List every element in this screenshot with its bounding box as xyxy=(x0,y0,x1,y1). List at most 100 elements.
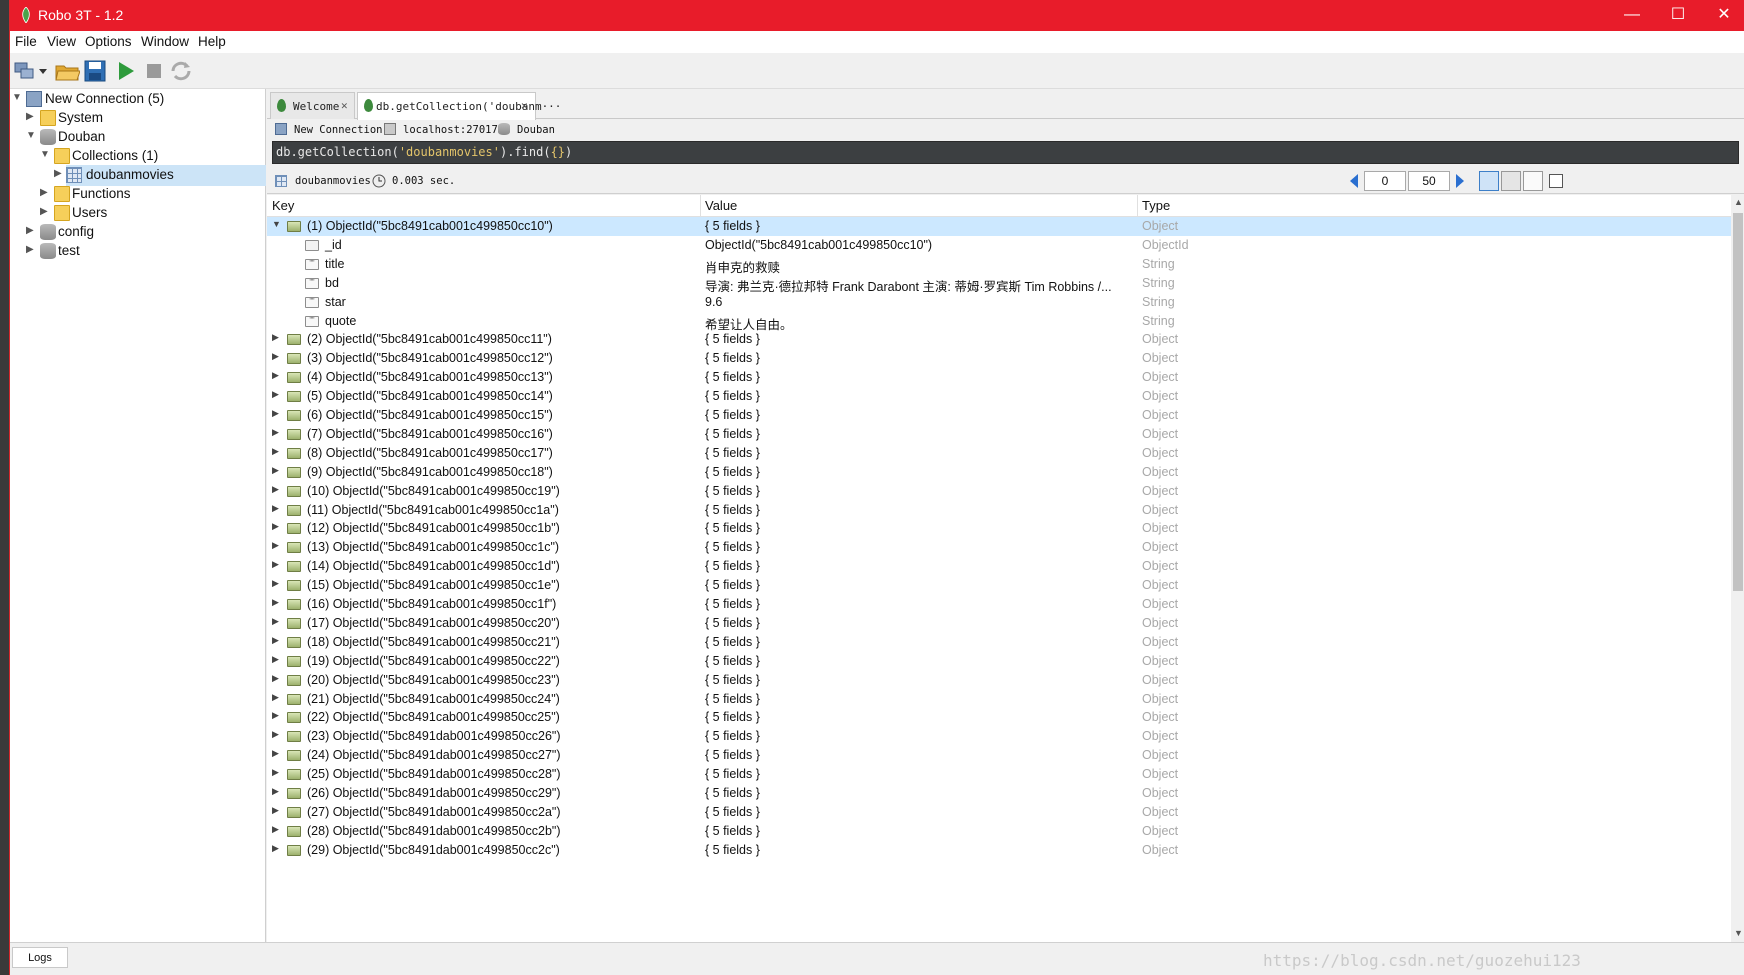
collapse-arrow-icon[interactable]: ▶ xyxy=(272,389,279,400)
expand-arrow-icon[interactable]: ▼ xyxy=(40,149,50,160)
collapse-arrow-icon[interactable]: ▶ xyxy=(272,843,279,854)
query-editor[interactable]: db.getCollection('doubanmovies').find({}… xyxy=(272,141,1739,164)
column-separator[interactable] xyxy=(700,195,701,217)
table-row[interactable]: ▶ (6) ObjectId("5bc8491cab001c499850cc15"… xyxy=(267,406,1731,425)
collapse-arrow-icon[interactable]: ▶ xyxy=(272,503,279,514)
chevron-down-icon[interactable] xyxy=(37,58,49,84)
table-row[interactable]: ▶ (23) ObjectId("5bc8491dab001c499850cc26… xyxy=(267,727,1731,746)
collapse-arrow-icon[interactable]: ▶ xyxy=(272,710,279,721)
collapse-arrow-icon[interactable]: ▶ xyxy=(54,168,64,179)
collapse-arrow-icon[interactable]: ▶ xyxy=(272,465,279,476)
table-row[interactable]: ▶ (27) ObjectId("5bc8491dab001c499850cc2a… xyxy=(267,803,1731,822)
menu-help[interactable]: Help xyxy=(198,34,226,49)
text-view-icon[interactable] xyxy=(1523,171,1543,191)
execute-icon[interactable] xyxy=(113,58,139,84)
table-row[interactable]: _id ObjectId("5bc8491cab001c499850cc10") O… xyxy=(267,236,1731,255)
collapse-arrow-icon[interactable]: ▶ xyxy=(272,427,279,438)
tree-item-config[interactable]: ▶ config xyxy=(10,222,266,243)
tree-item-test[interactable]: ▶ test xyxy=(10,241,266,262)
maximize-button[interactable]: ☐ xyxy=(1655,0,1701,31)
collapse-arrow-icon[interactable]: ▶ xyxy=(272,786,279,797)
table-row[interactable]: ▶ (12) ObjectId("5bc8491cab001c499850cc1b… xyxy=(267,519,1731,538)
table-row[interactable]: "" star 9.6 String xyxy=(267,293,1731,312)
table-row[interactable]: ▶ (24) ObjectId("5bc8491dab001c499850cc27… xyxy=(267,746,1731,765)
collapse-arrow-icon[interactable]: ▶ xyxy=(272,748,279,759)
tree-item-system[interactable]: ▶ System xyxy=(10,108,266,129)
menu-window[interactable]: Window xyxy=(141,34,189,49)
table-row[interactable]: ▶ (22) ObjectId("5bc8491cab001c499850cc25… xyxy=(267,708,1731,727)
table-view-icon[interactable] xyxy=(1501,171,1521,191)
open-folder-icon[interactable] xyxy=(54,58,80,84)
table-row[interactable]: ▶ (26) ObjectId("5bc8491dab001c499850cc29… xyxy=(267,784,1731,803)
tree-item-collections[interactable]: ▼ Collections (1) xyxy=(10,146,266,167)
limit-input[interactable]: 50 xyxy=(1408,171,1450,191)
collapse-arrow-icon[interactable]: ▶ xyxy=(272,332,279,343)
table-row[interactable]: ▼ (1) ObjectId("5bc8491cab001c499850cc10"… xyxy=(267,217,1731,236)
table-row[interactable]: ▶ (29) ObjectId("5bc8491dab001c499850cc2c… xyxy=(267,841,1731,860)
collapse-arrow-icon[interactable]: ▶ xyxy=(272,767,279,778)
collapse-arrow-icon[interactable]: ▶ xyxy=(272,578,279,589)
expand-arrow-icon[interactable]: ▼ xyxy=(26,130,36,141)
collapse-arrow-icon[interactable]: ▶ xyxy=(272,805,279,816)
column-value[interactable]: Value xyxy=(705,198,737,213)
expand-arrow-icon[interactable]: ▼ xyxy=(272,219,281,229)
tree-item-doubanmovies[interactable]: ▶ doubanmovies xyxy=(54,165,266,186)
collapse-arrow-icon[interactable]: ▶ xyxy=(26,225,36,236)
collapse-arrow-icon[interactable]: ▶ xyxy=(272,559,279,570)
table-row[interactable]: ▶ (13) ObjectId("5bc8491cab001c499850cc1c… xyxy=(267,538,1731,557)
tree-item-douban[interactable]: ▼ Douban xyxy=(10,127,266,148)
column-type[interactable]: Type xyxy=(1142,198,1170,213)
next-page-icon[interactable] xyxy=(1456,174,1464,188)
table-row[interactable]: ▶ (3) ObjectId("5bc8491cab001c499850cc12"… xyxy=(267,349,1731,368)
logs-tab[interactable]: Logs xyxy=(12,947,68,968)
table-row[interactable]: ▶ (25) ObjectId("5bc8491dab001c499850cc28… xyxy=(267,765,1731,784)
table-row[interactable]: ▶ (21) ObjectId("5bc8491cab001c499850cc24… xyxy=(267,690,1731,709)
menu-file[interactable]: File xyxy=(15,34,37,49)
table-row[interactable]: ▶ (16) ObjectId("5bc8491cab001c499850cc1f… xyxy=(267,595,1731,614)
table-row[interactable]: "" title 肖申克的救赎 String xyxy=(267,255,1731,275)
table-row[interactable]: ▶ (4) ObjectId("5bc8491cab001c499850cc13"… xyxy=(267,368,1731,387)
tree-view-icon[interactable] xyxy=(1479,171,1499,191)
table-row[interactable]: "" quote 希望让人自由。 String xyxy=(267,312,1731,332)
collapse-arrow-icon[interactable]: ▶ xyxy=(40,187,50,198)
table-row[interactable]: ▶ (10) ObjectId("5bc8491cab001c499850cc19… xyxy=(267,482,1731,501)
table-row[interactable]: ▶ (7) ObjectId("5bc8491cab001c499850cc16"… xyxy=(267,425,1731,444)
tab-close-icon[interactable]: ✕ xyxy=(341,99,348,112)
collapse-arrow-icon[interactable]: ▶ xyxy=(272,351,279,362)
stop-icon[interactable] xyxy=(141,58,167,84)
maximize-results-icon[interactable] xyxy=(1549,174,1563,188)
refresh-icon[interactable] xyxy=(168,58,194,84)
collapse-arrow-icon[interactable]: ▶ xyxy=(272,540,279,551)
expand-arrow-icon[interactable]: ▼ xyxy=(12,92,22,103)
tab-close-icon[interactable]: ✕ xyxy=(521,99,528,112)
table-row[interactable]: ▶ (9) ObjectId("5bc8491cab001c499850cc18"… xyxy=(267,463,1731,482)
tab-welcome[interactable]: Welcome ✕ xyxy=(270,92,355,119)
tree-item-functions[interactable]: ▶ Functions xyxy=(10,184,266,205)
scroll-up-icon[interactable]: ▲ xyxy=(1734,197,1743,207)
table-row[interactable]: ▶ (20) ObjectId("5bc8491cab001c499850cc23… xyxy=(267,671,1731,690)
collapse-arrow-icon[interactable]: ▶ xyxy=(272,635,279,646)
collapse-arrow-icon[interactable]: ▶ xyxy=(272,654,279,665)
column-key[interactable]: Key xyxy=(272,198,294,213)
table-row[interactable]: ▶ (17) ObjectId("5bc8491cab001c499850cc20… xyxy=(267,614,1731,633)
table-row[interactable]: ▶ (19) ObjectId("5bc8491cab001c499850cc22… xyxy=(267,652,1731,671)
menu-options[interactable]: Options xyxy=(85,34,132,49)
connect-icon[interactable] xyxy=(12,58,38,84)
scroll-thumb[interactable] xyxy=(1733,213,1743,591)
collapse-arrow-icon[interactable]: ▶ xyxy=(272,673,279,684)
collapse-arrow-icon[interactable]: ▶ xyxy=(272,597,279,608)
close-button[interactable]: ✕ xyxy=(1701,0,1744,31)
table-row[interactable]: ▶ (5) ObjectId("5bc8491cab001c499850cc14"… xyxy=(267,387,1731,406)
vertical-scrollbar[interactable]: ▲ ▼ xyxy=(1731,195,1744,942)
tree-item-new-connection[interactable]: ▼ New Connection (5) xyxy=(10,89,266,110)
collapse-arrow-icon[interactable]: ▶ xyxy=(272,521,279,532)
collapse-arrow-icon[interactable]: ▶ xyxy=(272,824,279,835)
minimize-button[interactable]: — xyxy=(1609,0,1655,31)
table-row[interactable]: ▶ (2) ObjectId("5bc8491cab001c499850cc11"… xyxy=(267,330,1731,349)
collapse-arrow-icon[interactable]: ▶ xyxy=(272,729,279,740)
tab-query[interactable]: db.getCollection('doubanm··· ✕ xyxy=(357,92,561,120)
collapse-arrow-icon[interactable]: ▶ xyxy=(26,244,36,255)
collapse-arrow-icon[interactable]: ▶ xyxy=(272,616,279,627)
table-row[interactable]: ▶ (14) ObjectId("5bc8491cab001c499850cc1d… xyxy=(267,557,1731,576)
collapse-arrow-icon[interactable]: ▶ xyxy=(272,484,279,495)
